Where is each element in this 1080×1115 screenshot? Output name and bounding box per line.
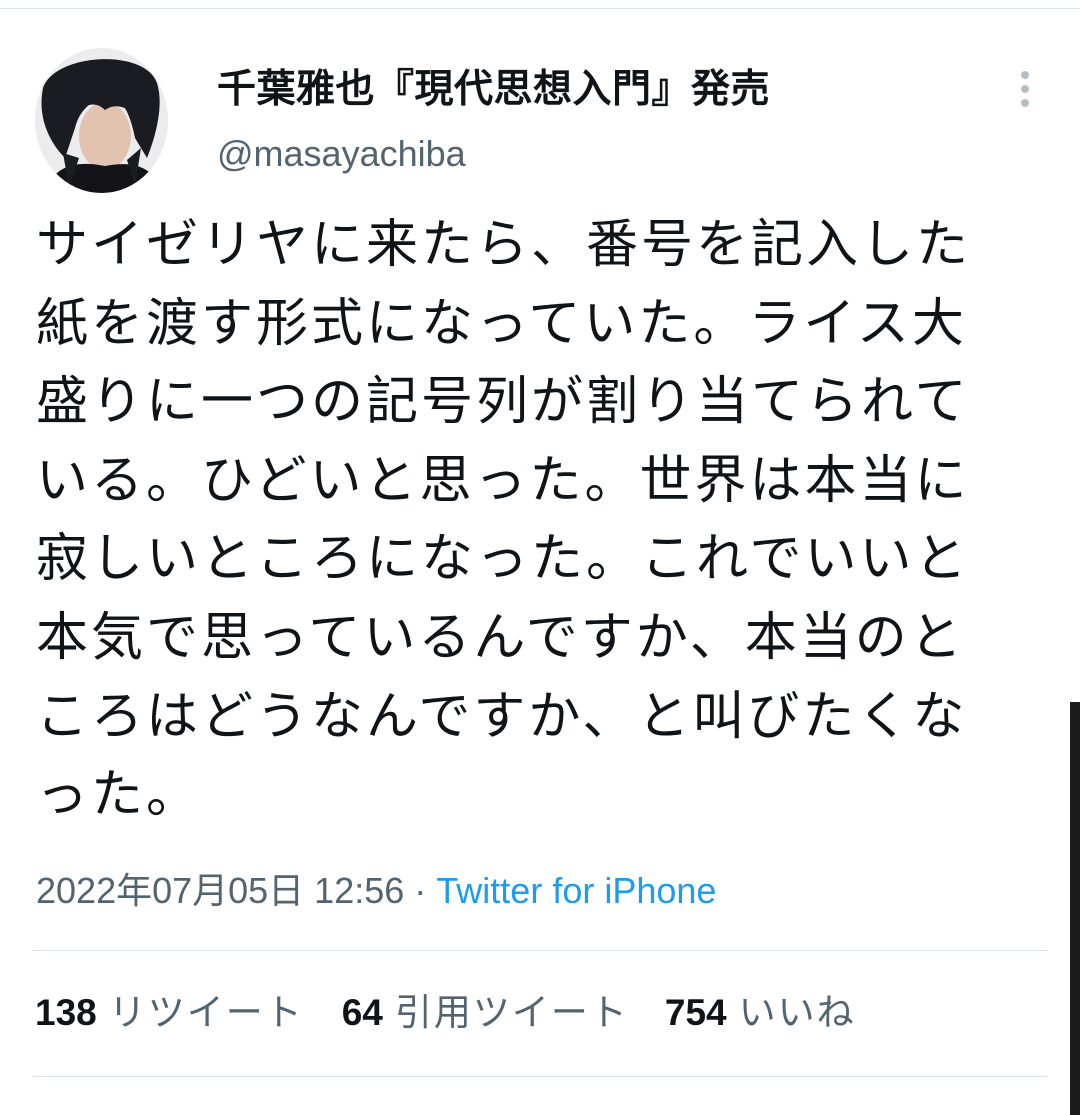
tweet-stats: 138 リツイート 64 引用ツイート 754 いいね bbox=[35, 988, 856, 1038]
meta-separator: · bbox=[414, 870, 427, 911]
tweet-meta: 2022年07月05日 12:56 · Twitter for iPhone bbox=[36, 866, 716, 916]
likes-label: いいね bbox=[738, 992, 856, 1033]
quotes-label: 引用ツイート bbox=[394, 992, 629, 1033]
divider bbox=[33, 950, 1047, 951]
quotes-stat[interactable]: 64 引用ツイート bbox=[342, 988, 629, 1038]
display-name[interactable]: 千葉雅也『現代思想入門』発売 bbox=[217, 66, 770, 114]
profile-photo-icon bbox=[35, 48, 168, 193]
tweet-timestamp[interactable]: 2022年07月05日 12:56 bbox=[36, 870, 404, 911]
top-divider bbox=[0, 8, 1080, 9]
user-handle[interactable]: @masayachiba bbox=[217, 132, 466, 176]
tweet-text: サイゼリヤに来たら、番号を記入した紙を渡す形式になっていた。ライス大盛りに一つの… bbox=[36, 215, 972, 826]
likes-count: 754 bbox=[664, 992, 727, 1033]
more-dot bbox=[1021, 85, 1029, 93]
tweet-source-link[interactable]: Twitter for iPhone bbox=[436, 870, 716, 911]
avatar[interactable] bbox=[35, 48, 168, 193]
likes-stat[interactable]: 754 いいね bbox=[665, 988, 856, 1038]
more-dot bbox=[1021, 99, 1029, 107]
quotes-count: 64 bbox=[341, 992, 383, 1033]
retweets-stat[interactable]: 138 リツイート bbox=[35, 988, 304, 1038]
more-vertical-icon[interactable] bbox=[1008, 64, 1042, 114]
more-dot bbox=[1021, 71, 1029, 79]
scrollbar[interactable] bbox=[1070, 702, 1080, 1115]
divider bbox=[33, 1076, 1047, 1077]
retweets-label: リツイート bbox=[108, 992, 304, 1033]
retweets-count: 138 bbox=[35, 992, 97, 1033]
